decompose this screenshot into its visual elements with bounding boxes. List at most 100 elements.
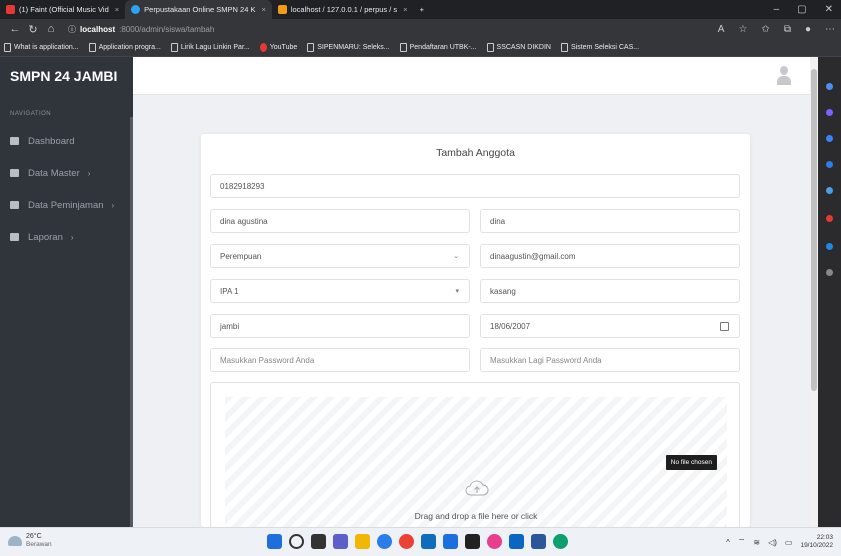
task-view-icon[interactable]: [311, 534, 326, 549]
wifi-icon[interactable]: ≋: [753, 538, 760, 547]
nis-input[interactable]: 0182918293: [210, 174, 740, 198]
bookmark-item[interactable]: Lirik Lagu Linkin Par...: [170, 43, 250, 52]
chrome-icon[interactable]: [399, 534, 414, 549]
file-explorer-icon[interactable]: [355, 534, 370, 549]
system-tray: ^ ⌔ ≋ ◁) ▭ 22:03 19/10/2022: [726, 534, 833, 550]
volume-icon[interactable]: ◁): [768, 538, 777, 547]
sidebar-item-label: Laporan: [28, 231, 63, 243]
battery-icon[interactable]: ▭: [785, 538, 793, 547]
sidebar-item-data-master[interactable]: Data Master ›: [0, 157, 133, 189]
app-icon[interactable]: [487, 534, 502, 549]
chat-icon[interactable]: [333, 534, 348, 549]
chevron-right-icon: ›: [70, 232, 74, 242]
bookmark-label: What is application...: [14, 44, 79, 51]
people-icon[interactable]: [826, 187, 833, 194]
calendar-icon[interactable]: [720, 322, 729, 331]
tanggal-lahir-input[interactable]: 18/06/2007: [480, 314, 740, 338]
tab-youtube[interactable]: (1) Faint (Official Music Vid ×: [0, 0, 125, 19]
report-icon: [10, 233, 19, 241]
favorites-icon[interactable]: ✩: [761, 24, 769, 35]
youtube-icon: [6, 5, 15, 14]
more-icon[interactable]: ⋯: [825, 24, 835, 35]
cloud-upload-icon: [465, 480, 489, 496]
weather-widget[interactable]: 26°C Berawan: [8, 533, 52, 549]
clock[interactable]: 22:03 19/10/2022: [800, 534, 833, 550]
chevron-up-icon[interactable]: ^: [726, 538, 730, 547]
tempat-lahir-input[interactable]: kasang: [480, 279, 740, 303]
bookmark-item[interactable]: SIPENMARU: Seleks...: [307, 43, 390, 52]
tab-label: localhost / 127.0.0.1 / perpus / s: [290, 5, 398, 14]
page-scrollbar[interactable]: [810, 57, 818, 527]
kelas-select[interactable]: IPA 1 ▾: [210, 279, 470, 303]
minimize-icon[interactable]: –: [774, 4, 780, 15]
read-aloud-icon[interactable]: A: [718, 24, 725, 35]
close-icon[interactable]: ×: [261, 5, 265, 14]
username-input[interactable]: dina: [480, 209, 740, 233]
bookmark-item[interactable]: Application progra...: [88, 43, 161, 52]
user-avatar-icon[interactable]: [776, 66, 792, 86]
reload-icon[interactable]: ↻: [24, 23, 42, 36]
word-icon[interactable]: [531, 534, 546, 549]
bookmark-label: Application progra...: [98, 44, 161, 51]
games-icon[interactable]: [826, 161, 833, 168]
password-input[interactable]: Masukkan Password Anda: [210, 348, 470, 372]
taskbar-apps: [267, 534, 568, 549]
info-icon[interactable]: ⓘ: [68, 24, 76, 35]
tools-icon[interactable]: [826, 135, 833, 142]
tab-perpustakaan[interactable]: Perpustakaan Online SMPN 24 K ×: [125, 0, 272, 19]
sidebar-item-data-peminjaman[interactable]: Data Peminjaman ›: [0, 189, 133, 221]
outlook-icon[interactable]: [826, 243, 833, 250]
close-icon[interactable]: ×: [115, 5, 119, 14]
bookmark-item[interactable]: SSCASN DIKDIN: [486, 43, 551, 52]
file-dropzone[interactable]: No file chosen Drag and drop a file here…: [225, 397, 727, 527]
temperature: 26°C: [26, 533, 42, 540]
store-icon[interactable]: [509, 534, 524, 549]
edge-icon[interactable]: [377, 534, 392, 549]
new-tab-button[interactable]: +: [414, 0, 430, 19]
bookmark-item[interactable]: Pendaftaran UTBK-...: [399, 43, 477, 52]
password-confirm-input[interactable]: Masukkan Lagi Password Anda: [480, 348, 740, 372]
bookmark-item[interactable]: What is application...: [4, 43, 79, 52]
url-field[interactable]: ⓘ localhost:8000/admin/siswa/tambah: [68, 24, 214, 35]
profile-icon[interactable]: ●: [805, 24, 811, 35]
maximize-icon[interactable]: ▢: [797, 4, 806, 15]
sidebar-item-label: Dashboard: [28, 135, 75, 147]
brand-title[interactable]: SMPN 24 JAMBI: [0, 57, 133, 95]
home-icon[interactable]: ⌂: [42, 23, 60, 35]
caret-down-icon: ▾: [455, 288, 459, 295]
date: 19/10/2022: [800, 542, 833, 549]
tab-label: Perpustakaan Online SMPN 24 K: [144, 5, 256, 14]
search-icon[interactable]: [826, 83, 833, 90]
email-input[interactable]: dinaagustin@gmail.com: [480, 244, 740, 268]
sidebar-item-laporan[interactable]: Laporan ›: [0, 221, 133, 253]
favorite-star-icon[interactable]: ☆: [738, 24, 747, 35]
tab-phpmyadmin[interactable]: localhost / 127.0.0.1 / perpus / s ×: [272, 0, 414, 19]
terminal-icon[interactable]: [465, 534, 480, 549]
gender-select[interactable]: Perempuan ⌄: [210, 244, 470, 268]
collections-icon[interactable]: ⧉: [784, 24, 791, 35]
nama-input[interactable]: dina agustina: [210, 209, 470, 233]
weather-condition: Berawan: [26, 541, 52, 548]
network-icon[interactable]: ⌔: [738, 537, 746, 547]
close-icon[interactable]: ×: [403, 5, 407, 14]
sidebar-scrollbar[interactable]: [130, 117, 133, 527]
back-icon[interactable]: ←: [6, 23, 24, 35]
close-window-icon[interactable]: ✕: [825, 4, 833, 15]
bookmark-item[interactable]: Sistem Seleksi CAS...: [561, 43, 639, 52]
chevron-down-icon: ⌄: [453, 253, 459, 260]
alamat-input[interactable]: jambi: [210, 314, 470, 338]
cloud-icon: [8, 536, 22, 546]
windows-start-icon[interactable]: [267, 534, 282, 549]
page-icon: [486, 43, 494, 52]
mail-icon[interactable]: [421, 534, 436, 549]
add-icon[interactable]: [826, 269, 833, 276]
page-icon: [4, 43, 11, 52]
browser-icon[interactable]: [553, 534, 568, 549]
sidebar-item-dashboard[interactable]: Dashboard: [0, 125, 133, 157]
office-icon[interactable]: [826, 215, 833, 222]
vscode-icon[interactable]: [443, 534, 458, 549]
search-icon[interactable]: [289, 534, 304, 549]
scrollbar-thumb[interactable]: [811, 69, 817, 391]
bookmark-item[interactable]: YouTube: [259, 43, 297, 52]
shopping-icon[interactable]: [826, 109, 833, 116]
